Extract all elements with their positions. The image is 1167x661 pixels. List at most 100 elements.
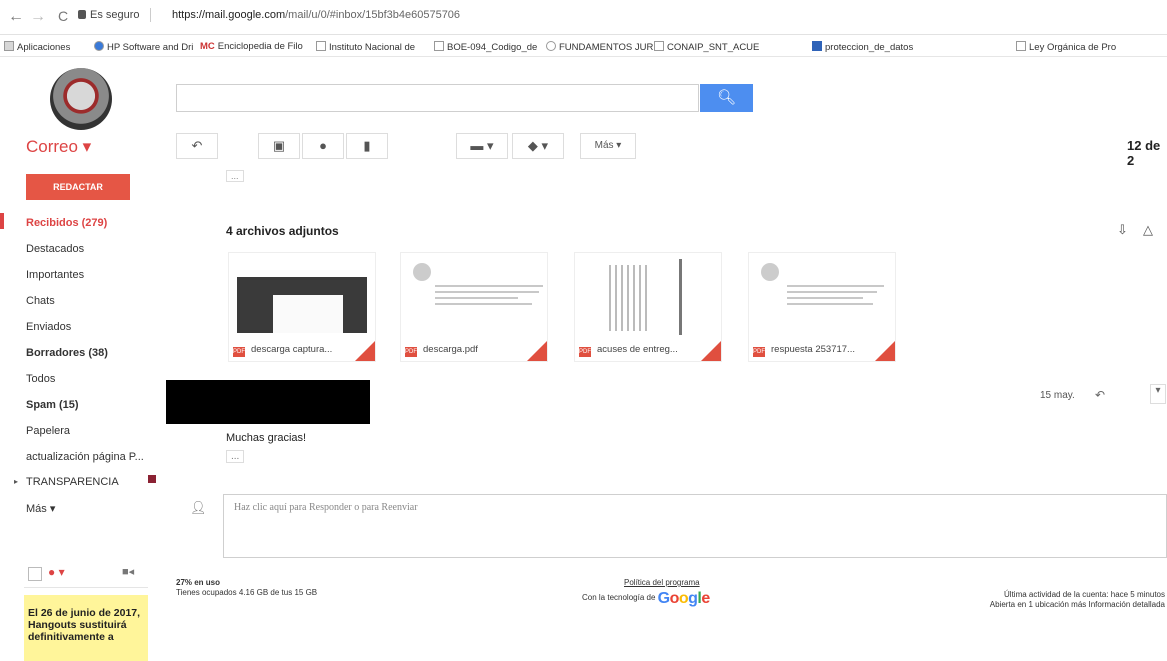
folder-icon: ▬ ▾ <box>470 138 494 153</box>
attachment-card[interactable]: PDF descarga captura... <box>228 252 376 362</box>
label-color-swatch[interactable] <box>148 475 156 483</box>
apps-icon <box>4 41 14 51</box>
compose-button[interactable]: REDACTAR <box>26 174 130 200</box>
attachment-name: respuesta 253717... <box>771 344 855 355</box>
redacted-sender-block <box>166 380 370 424</box>
back-arrow-icon[interactable]: ← <box>8 8 24 26</box>
pdf-icon: PDF <box>405 347 417 357</box>
bookmark-item[interactable]: CONAIP_SNT_ACUE <box>654 41 759 53</box>
download-all-icon[interactable]: ⇩ <box>1117 222 1128 238</box>
sidebar-item-trash[interactable]: Papelera <box>26 425 70 437</box>
divider <box>150 8 151 22</box>
hangouts-avatar-icon[interactable] <box>28 567 42 581</box>
archive-icon: ▣ <box>272 138 286 153</box>
url-path: /mail/u/0/#inbox/15bf3b4e60575706 <box>285 9 461 21</box>
bookmark-item[interactable]: HP Software and Dri <box>94 41 193 53</box>
sidebar-item-all[interactable]: Todos <box>26 373 55 385</box>
reply-prompt-text: Haz clic aquí para Responder o para Reen… <box>234 502 418 513</box>
bookmark-label: Enciclopedia de Filo <box>217 41 303 52</box>
sidebar-item-important[interactable]: Importantes <box>26 269 84 281</box>
app-switcher[interactable]: Correo ▾ <box>26 137 91 157</box>
sidebar-item-spam[interactable]: Spam (15) <box>26 399 79 411</box>
powered-by-text: Con la tecnología de <box>582 593 656 602</box>
attachment-card[interactable]: PDF respuesta 253717... <box>748 252 896 362</box>
move-to-button[interactable]: ▬ ▾ <box>456 133 508 159</box>
activity-line: Última actividad de la cuenta: hace 5 mi… <box>1004 590 1165 599</box>
bookmark-icon <box>812 41 822 51</box>
reload-icon[interactable]: C <box>58 8 68 24</box>
bookmark-item[interactable]: MC Enciclopedia de Filo <box>200 41 303 52</box>
hp-icon <box>94 41 104 51</box>
search-button[interactable]: 🔍︎ <box>700 84 753 112</box>
alert-icon: ● <box>319 138 327 153</box>
bookmark-item[interactable]: Ley Orgánica de Pro <box>1016 41 1116 53</box>
more-options-icon[interactable]: ▾ <box>1150 384 1166 404</box>
account-activity: Última actividad de la cuenta: hace 5 mi… <box>915 590 1165 610</box>
program-policy-link[interactable]: Política del programa <box>624 578 700 587</box>
save-to-drive-icon[interactable]: △ <box>1143 222 1153 238</box>
report-spam-button[interactable]: ● <box>302 133 344 159</box>
attachment-thumbnail <box>405 257 543 335</box>
reply-icon[interactable]: ↶ <box>1095 388 1105 402</box>
bookmark-label: Aplicaciones <box>17 42 71 53</box>
trimmed-content-toggle[interactable]: ... <box>226 450 245 463</box>
attachment-thumbnail <box>233 257 371 335</box>
attachment-name: descarga captura... <box>251 344 333 355</box>
attachment-card[interactable]: PDF acuses de entreg... <box>574 252 722 362</box>
mc-icon: MC <box>200 41 215 52</box>
sidebar-item-label[interactable]: actualización página P... <box>26 451 144 463</box>
bookmark-item[interactable]: proteccion_de_datos <box>812 41 913 53</box>
message-counter: 12 de 2 <box>1127 138 1161 168</box>
attachment-name: acuses de entreg... <box>597 344 678 355</box>
attachment-name: descarga.pdf <box>423 344 478 355</box>
label-icon: ◆ ▾ <box>527 138 549 153</box>
more-button[interactable]: Más ▾ <box>580 133 636 159</box>
storage-detail: Tienes ocupados 4.16 GB de tus 15 GB <box>176 588 318 597</box>
labels-button[interactable]: ◆ ▾ <box>512 133 564 159</box>
reply-prompt[interactable]: Haz clic aquí para Responder o para Reen… <box>234 502 418 513</box>
delete-button[interactable]: ▮ <box>346 133 388 159</box>
status-dropdown-icon[interactable]: ● ▾ <box>48 565 65 579</box>
forward-arrow-icon[interactable]: → <box>30 8 46 26</box>
bookmark-label: CONAIP_SNT_ACUE <box>667 42 760 53</box>
search-input[interactable] <box>176 84 699 112</box>
bookmarks-bar: Aplicaciones HP Software and Dri MC Encic… <box>0 36 1167 57</box>
bookmark-label: Instituto Nacional de <box>329 42 416 53</box>
powered-by: Con la tecnología de Google <box>582 590 710 608</box>
bookmark-label: Ley Orgánica de Pro <box>1029 42 1117 53</box>
reply-button[interactable]: ↶ <box>176 133 218 159</box>
bookmark-apps[interactable]: Aplicaciones <box>4 41 70 53</box>
attachment-thumbnail <box>753 257 891 335</box>
search-icon: 🔍︎ <box>716 89 737 106</box>
attachment-corner-icon <box>875 341 895 361</box>
bookmark-item[interactable]: Instituto Nacional de <box>316 41 415 53</box>
activity-details-link[interactable]: Abierta en 1 ubicación más Información d… <box>915 600 1165 610</box>
message-date: 15 may. <box>1040 390 1075 401</box>
storage-percent: 27% en uso <box>176 578 221 587</box>
organization-logo[interactable] <box>50 68 112 130</box>
sidebar-item-more[interactable]: Más ▾ <box>26 502 55 515</box>
bookmark-item[interactable]: BOE-094_Codigo_de <box>434 41 537 53</box>
attachment-corner-icon <box>355 341 375 361</box>
browser-toolbar: ← → C Es seguro https://mail.google.com/… <box>0 0 1167 35</box>
storage-usage: 27% en uso Tienes ocupados 4.16 GB de tu… <box>176 578 317 598</box>
message-body: Muchas gracias! <box>226 432 307 444</box>
trimmed-content-toggle[interactable]: ... <box>226 170 244 182</box>
address-bar[interactable]: https://mail.google.com/mail/u/0/#inbox/… <box>172 9 460 21</box>
bookmark-item[interactable]: FUNDAMENTOS JUR <box>546 41 653 53</box>
sidebar-item-inbox[interactable]: Recibidos (279) <box>26 217 107 229</box>
sidebar-item-drafts[interactable]: Borradores (38) <box>26 347 108 359</box>
sidebar-item-chats[interactable]: Chats <box>26 295 55 307</box>
video-call-icon[interactable]: ■◂ <box>122 565 134 578</box>
expand-arrow-icon[interactable]: ▸ <box>14 477 18 486</box>
secure-label: Es seguro <box>90 9 140 21</box>
pdf-icon: PDF <box>233 347 245 357</box>
archive-button[interactable]: ▣ <box>258 133 300 159</box>
hangouts-notice: El 26 de junio de 2017, Hangouts sustitu… <box>24 595 148 661</box>
attachment-corner-icon <box>527 341 547 361</box>
sidebar-item-transparencia[interactable]: TRANSPARENCIA <box>26 476 119 488</box>
sidebar-item-starred[interactable]: Destacados <box>26 243 84 255</box>
attachment-card[interactable]: PDF descarga.pdf <box>400 252 548 362</box>
hangouts-bar: ● ▾ ■◂ <box>24 565 148 588</box>
sidebar-item-sent[interactable]: Enviados <box>26 321 71 333</box>
